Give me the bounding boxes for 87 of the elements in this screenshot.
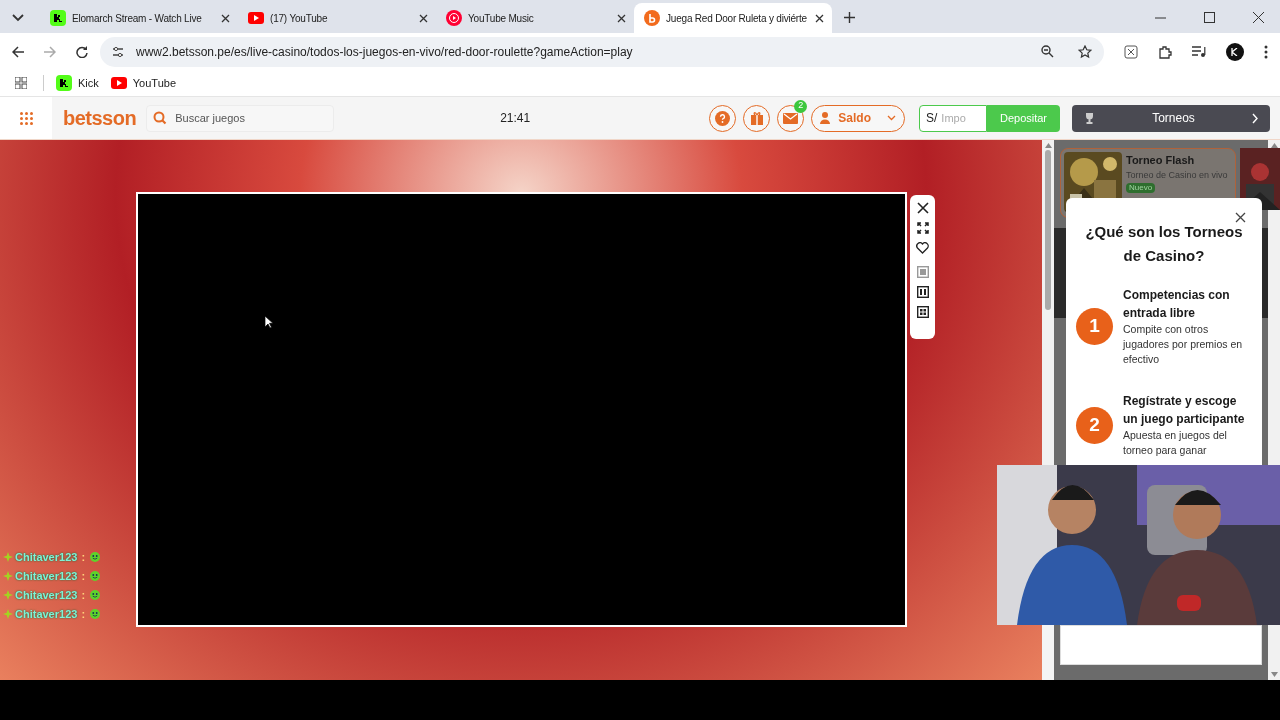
extensions-icon[interactable]: [1158, 44, 1172, 59]
more-menu-icon[interactable]: [1264, 44, 1268, 59]
smiley-emote-icon: [90, 590, 101, 600]
close-icon[interactable]: [419, 13, 428, 23]
tournaments-button[interactable]: Torneos: [1072, 104, 1270, 132]
new-tab-icon[interactable]: [844, 12, 855, 23]
step-title: Competencias con entrada libre: [1123, 287, 1231, 322]
media-control-icon[interactable]: [1192, 45, 1206, 58]
single-view-icon[interactable]: [916, 266, 929, 278]
play-circle-icon: [446, 10, 462, 26]
chat-separator: :: [81, 568, 86, 584]
browser-tab[interactable]: Elomarch Stream - Watch Live: [40, 3, 238, 33]
chat-separator: :: [81, 587, 86, 603]
chevron-down-icon: [887, 115, 896, 121]
scroll-down-icon[interactable]: [1270, 672, 1278, 677]
help-button[interactable]: [709, 104, 737, 132]
new-badge: Nuevo: [1126, 182, 1156, 193]
search-input[interactable]: Buscar juegos: [175, 109, 316, 127]
smiley-emote-icon: [90, 552, 101, 562]
heart-icon[interactable]: [916, 242, 929, 254]
search-field[interactable]: Buscar juegos: [146, 104, 335, 132]
chat-separator: :: [81, 606, 86, 622]
circle-b-icon: [644, 10, 660, 26]
gift-icon: [749, 111, 764, 125]
browser-tab[interactable]: (17) YouTube: [238, 3, 436, 33]
clock-time: 21:41: [500, 110, 531, 127]
close-icon[interactable]: [617, 13, 626, 23]
split-view-icon[interactable]: [916, 286, 929, 298]
modal-title: ¿Qué son los Torneos de Casino?: [1084, 222, 1244, 266]
kick-logo-icon: [50, 10, 66, 26]
browser-tab[interactable]: YouTube Music: [436, 3, 634, 33]
close-icon[interactable]: [916, 202, 929, 214]
url-text: www2.betsson.pe/es/live-casino/todos-los-juegos-en-vivo/red-door-roulette?gameAction=play: [136, 43, 634, 61]
currency-prefix: S/: [926, 110, 938, 127]
chat-username: Chitaver123: [15, 606, 78, 622]
close-icon[interactable]: [221, 13, 230, 23]
grid-view-icon[interactable]: [916, 306, 929, 318]
bookmark-link[interactable]: YouTube: [110, 74, 176, 92]
envelope-icon: [783, 112, 799, 124]
mouse-cursor-icon: [265, 316, 273, 328]
tab-title: Juega Red Door Ruleta y diviérte: [666, 11, 808, 26]
youtube-logo-icon: [110, 77, 127, 89]
chat-username: Chitaver123: [15, 568, 78, 584]
step-title: Regístrate y escoge un juego participante: [1123, 393, 1246, 428]
apps-grid-icon[interactable]: [15, 77, 27, 89]
amount-input[interactable]: Impo: [941, 109, 978, 127]
maximize-icon[interactable]: [1204, 12, 1215, 23]
tab-title: (17) YouTube: [270, 11, 329, 26]
profile-avatar-icon[interactable]: [1226, 42, 1244, 61]
amount-field[interactable]: S/ Impo: [919, 104, 987, 132]
fullscreen-icon[interactable]: [916, 222, 929, 234]
gift-button[interactable]: [743, 104, 771, 132]
address-field[interactable]: www2.betsson.pe/es/live-casino/todos-los-juegos-en-vivo/red-door-roulette?gameAction=play: [100, 36, 1104, 67]
scroll-up-icon[interactable]: [1044, 143, 1052, 148]
menu-grid-icon[interactable]: [19, 111, 33, 125]
step-number: 1: [1076, 308, 1113, 345]
browser-tab[interactable]: Juega Red Door Ruleta y diviérte: [634, 3, 832, 33]
chat-separator: :: [81, 549, 86, 565]
youtube-logo-icon: [248, 12, 264, 24]
search-icon: [153, 111, 168, 125]
kick-logo-icon: [56, 75, 72, 91]
star-icon[interactable]: [1078, 44, 1092, 59]
chat-username: Chitaver123: [15, 549, 78, 565]
smiley-emote-icon: [90, 609, 101, 619]
step-description: Apuesta en juegos del torneo para ganar: [1123, 428, 1228, 458]
bookmark-link[interactable]: Kick: [56, 74, 99, 92]
step-description: Compite con otros jugadores por premios en efectivo: [1123, 322, 1244, 367]
chat-username: Chitaver123: [15, 587, 78, 603]
zoom-icon[interactable]: [1041, 45, 1054, 58]
close-icon[interactable]: [815, 13, 824, 23]
back-arrow-icon[interactable]: [12, 45, 24, 58]
close-icon[interactable]: [1253, 12, 1264, 23]
card-title: Torneo Flash: [1126, 153, 1196, 168]
step-number: 2: [1076, 406, 1113, 444]
user-icon: [820, 112, 831, 124]
close-icon[interactable]: [1235, 212, 1246, 223]
notification-count: 2: [794, 99, 808, 113]
tab-title: Elomarch Stream - Watch Live: [72, 11, 203, 26]
tab-list-icon[interactable]: [12, 14, 24, 22]
tab-title: YouTube Music: [468, 11, 535, 26]
help-icon: [715, 110, 731, 126]
site-settings-icon[interactable]: [112, 45, 124, 58]
trophy-icon: [1084, 112, 1095, 124]
chevron-right-icon: [1252, 112, 1258, 124]
smiley-emote-icon: [90, 571, 101, 581]
reload-icon[interactable]: [76, 45, 88, 58]
translate-icon[interactable]: [1124, 44, 1138, 59]
